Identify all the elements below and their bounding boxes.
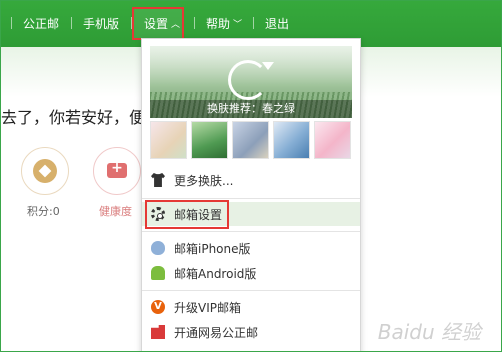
points-badge[interactable] <box>21 147 69 195</box>
refresh-arrow-icon <box>262 62 274 70</box>
nav-separator <box>253 17 254 29</box>
menu-item-upgrade-vip[interactable]: V 升级VIP邮箱 <box>142 295 360 319</box>
settings-dropdown-menu: 换肤推荐：春之绿 更多换肤... 邮箱设置 邮箱iPhone版 邮箱Androi… <box>141 38 361 351</box>
tshirt-icon <box>151 173 165 187</box>
skin-thumbnail[interactable] <box>232 121 269 159</box>
mail-settings-highlight-box <box>145 200 229 229</box>
coin-icon <box>33 159 57 183</box>
skin-recommend-banner[interactable]: 换肤推荐：春之绿 <box>150 46 352 118</box>
menu-divider <box>142 198 360 199</box>
skin-thumbnail[interactable] <box>314 121 351 159</box>
banner-caption: 换肤推荐：春之绿 <box>150 100 352 118</box>
health-label: 健康度 <box>99 205 132 218</box>
skin-thumbnail[interactable] <box>273 121 310 159</box>
points-label: 积分:0 <box>27 205 60 218</box>
skin-thumbnails <box>150 121 360 159</box>
greeting-text: 去了，你若安好，便 <box>1 108 146 127</box>
apple-icon <box>151 241 165 255</box>
nav-gongzhengyou[interactable]: 公正邮 <box>23 15 59 32</box>
menu-item-open-gongzhengyou[interactable]: 开通网易公正邮 <box>142 320 360 344</box>
nav-logout[interactable]: 退出 <box>265 15 289 32</box>
menu-item-android[interactable]: 邮箱Android版 <box>142 261 360 285</box>
menu-item-label: 邮箱Android版 <box>174 267 257 281</box>
nav-mobile[interactable]: 手机版 <box>83 15 119 32</box>
menu-divider <box>142 290 360 291</box>
menu-item-iphone[interactable]: 邮箱iPhone版 <box>142 236 360 260</box>
nav-help-label: 帮助 <box>206 17 231 31</box>
nav-separator <box>11 17 12 29</box>
menu-item-more-skins[interactable]: 更多换肤... <box>142 168 360 192</box>
settings-highlight-box <box>132 7 184 40</box>
menu-item-label: 升级VIP邮箱 <box>174 301 241 315</box>
nav-separator <box>194 17 195 29</box>
menu-item-label: 邮箱iPhone版 <box>174 242 251 256</box>
menu-divider <box>142 231 360 232</box>
menu-item-label: 开通网易公正邮 <box>174 326 259 340</box>
skin-thumbnail[interactable] <box>150 121 187 159</box>
baidu-watermark: Baidu 经验 <box>377 320 481 344</box>
skin-thumbnail[interactable] <box>191 121 228 159</box>
medkit-icon <box>107 160 127 178</box>
android-icon <box>151 266 165 280</box>
health-badge[interactable] <box>93 147 141 195</box>
nav-help[interactable]: 帮助 ﹀ <box>206 15 242 32</box>
vip-icon: V <box>151 300 165 314</box>
nav-separator <box>71 17 72 29</box>
mail-icon <box>151 325 165 339</box>
menu-item-label: 更多换肤... <box>174 174 234 188</box>
chevron-down-icon: ﹀ <box>233 20 243 30</box>
app-frame: 公正邮 手机版 设置︿ 帮助﹀ 退出 去了，你若安好，便 积分:0 健康度 换肤… <box>0 0 502 352</box>
